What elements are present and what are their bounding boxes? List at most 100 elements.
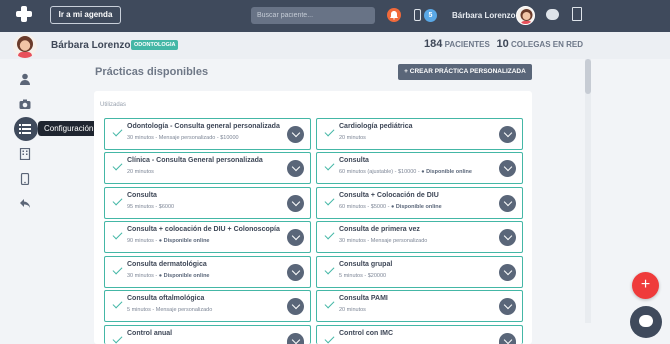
scrollbar-thumb[interactable] (585, 59, 591, 94)
specialty-badge: ODONTOLOGIA (131, 40, 179, 50)
online-availability: Disponible online (163, 273, 210, 279)
practice-title: Consulta grupal (339, 261, 393, 268)
top-user-name[interactable]: Bárbara Lorenzo (452, 11, 516, 20)
chevron-down-icon[interactable] (499, 229, 516, 246)
go-to-agenda-button[interactable]: Ir a mi agenda (50, 6, 121, 24)
check-icon (324, 229, 335, 240)
check-icon (324, 264, 335, 275)
check-icon (324, 195, 335, 206)
check-icon (324, 126, 335, 137)
scrollbar-track[interactable] (585, 59, 591, 323)
check-icon (324, 298, 335, 309)
online-availability: Disponible online (395, 204, 442, 210)
logo-cross-icon[interactable] (16, 6, 32, 22)
practice-details: 60 minutos (ajustable) - $10000 - ● Disp… (339, 169, 472, 175)
practice-title: Consulta + colocación de DIU + Colonosco… (127, 226, 280, 233)
practice-card[interactable]: Consulta 95 minutos - $6000 (104, 187, 311, 219)
check-icon (112, 264, 123, 275)
practice-card[interactable]: Consulta PAMI 20 minutos (316, 290, 523, 322)
user-avatar[interactable] (516, 6, 535, 25)
practice-details: 95 minutos - $6000 (127, 204, 175, 210)
practice-title: Odontología - Consulta general personali… (127, 123, 280, 130)
practice-card[interactable]: Consulta oftalmológica 5 minutos - Mensa… (104, 290, 311, 322)
practice-card[interactable]: Consulta grupal 5 minutos - $20000 (316, 256, 523, 288)
practice-title: Consulta (339, 157, 369, 164)
practice-title: Consulta dermatológica (127, 261, 207, 268)
practice-details: 30 minutos - Mensaje personalizado - $10… (127, 135, 239, 141)
practice-title: Clínica - Consulta General personalizada (127, 157, 263, 164)
section-label-used: Utilizadas (100, 102, 127, 108)
check-icon (112, 298, 123, 309)
profile-avatar (13, 34, 37, 58)
practice-title: Consulta de primera vez (339, 226, 420, 233)
practice-details: 20 minutos (339, 135, 366, 141)
practice-title: Consulta oftalmológica (127, 295, 205, 302)
chevron-down-icon[interactable] (499, 264, 516, 281)
practice-details: 20 minutos (339, 307, 366, 313)
practice-card[interactable]: Clínica - Consulta General personalizada… (104, 152, 311, 184)
practice-card[interactable]: Consulta dermatológica 30 minutos - ● Di… (104, 256, 311, 288)
colleagues-count: 10 (496, 38, 509, 50)
phone-icon[interactable] (19, 173, 31, 185)
chevron-down-icon[interactable] (287, 229, 304, 246)
clipboard-icon[interactable] (572, 7, 582, 21)
chevron-down-icon[interactable] (499, 333, 516, 344)
messages-icon[interactable] (546, 9, 559, 20)
create-custom-practice-button[interactable]: + CREAR PRÁCTICA PERSONALIZADA (398, 64, 532, 80)
mobile-icon[interactable] (414, 9, 421, 21)
check-icon (112, 126, 123, 137)
building-icon[interactable] (19, 148, 31, 160)
chevron-down-icon[interactable] (287, 195, 304, 212)
chevron-down-icon[interactable] (287, 126, 304, 143)
practice-title: Cardiología pediátrica (339, 123, 413, 130)
practice-details: 5 minutos - Mensaje personalizado (127, 307, 213, 313)
chevron-down-icon[interactable] (499, 195, 516, 212)
page-title: Prácticas disponibles (95, 66, 209, 78)
notification-count-badge[interactable]: 5 (424, 9, 437, 22)
plus-icon: + (404, 68, 408, 75)
practice-title: Control anual (127, 330, 173, 337)
camera-icon[interactable] (19, 98, 31, 110)
reply-all-icon[interactable] (19, 197, 31, 209)
practice-card[interactable]: Consulta 60 minutos (ajustable) - $10000… (316, 152, 523, 184)
user-icon[interactable] (19, 73, 31, 85)
chevron-down-icon[interactable] (499, 298, 516, 315)
search-patient-input[interactable] (251, 7, 375, 24)
practice-card[interactable]: Control anual (104, 325, 311, 344)
notification-bell-icon[interactable] (387, 8, 401, 22)
check-icon (112, 160, 123, 171)
chevron-down-icon[interactable] (287, 298, 304, 315)
practice-card[interactable]: Consulta + Colocación de DIU 60 minutos … (316, 187, 523, 219)
practice-title: Consulta (127, 192, 157, 199)
list-icon[interactable] (19, 123, 31, 135)
add-fab-button[interactable]: + (632, 272, 659, 299)
chevron-down-icon[interactable] (499, 160, 516, 177)
network-stats: 184 PACIENTES 10 COLEGAS EN RED (424, 38, 583, 50)
check-icon (112, 229, 123, 240)
practice-card[interactable]: Consulta + colocación de DIU + Colonosco… (104, 221, 311, 253)
colleagues-label: COLEGAS EN RED (510, 40, 583, 49)
profile-name: Bárbara Lorenzo (51, 40, 131, 51)
check-icon (324, 160, 335, 171)
practice-card[interactable]: Cardiología pediátrica 20 minutos (316, 118, 523, 150)
practice-title: Control con IMC (339, 330, 394, 337)
practice-details: 90 minutos - ● Disponible online (127, 238, 210, 244)
practice-details: 20 minutos (127, 169, 154, 175)
chat-support-button[interactable] (630, 306, 662, 338)
online-availability: Disponible online (163, 238, 210, 244)
chevron-down-icon[interactable] (287, 264, 304, 281)
avatar-illustration (17, 36, 33, 58)
chevron-down-icon[interactable] (287, 160, 304, 177)
create-button-label: CREAR PRÁCTICA PERSONALIZADA (409, 68, 526, 75)
check-icon (112, 195, 123, 206)
practice-details: 30 minutos - Mensaje personalizado (339, 238, 428, 244)
practice-card[interactable]: Odontología - Consulta general personali… (104, 118, 311, 150)
practice-title: Consulta + Colocación de DIU (339, 192, 439, 199)
chevron-down-icon[interactable] (499, 126, 516, 143)
practice-details: 60 minutos - $5000 - ● Disponible online (339, 204, 442, 210)
practice-card[interactable]: Control con IMC (316, 325, 523, 344)
chevron-down-icon[interactable] (287, 333, 304, 344)
practice-card[interactable]: Consulta de primera vez 30 minutos - Men… (316, 221, 523, 253)
check-icon (112, 333, 123, 344)
practice-details: 30 minutos - ● Disponible online (127, 273, 210, 279)
